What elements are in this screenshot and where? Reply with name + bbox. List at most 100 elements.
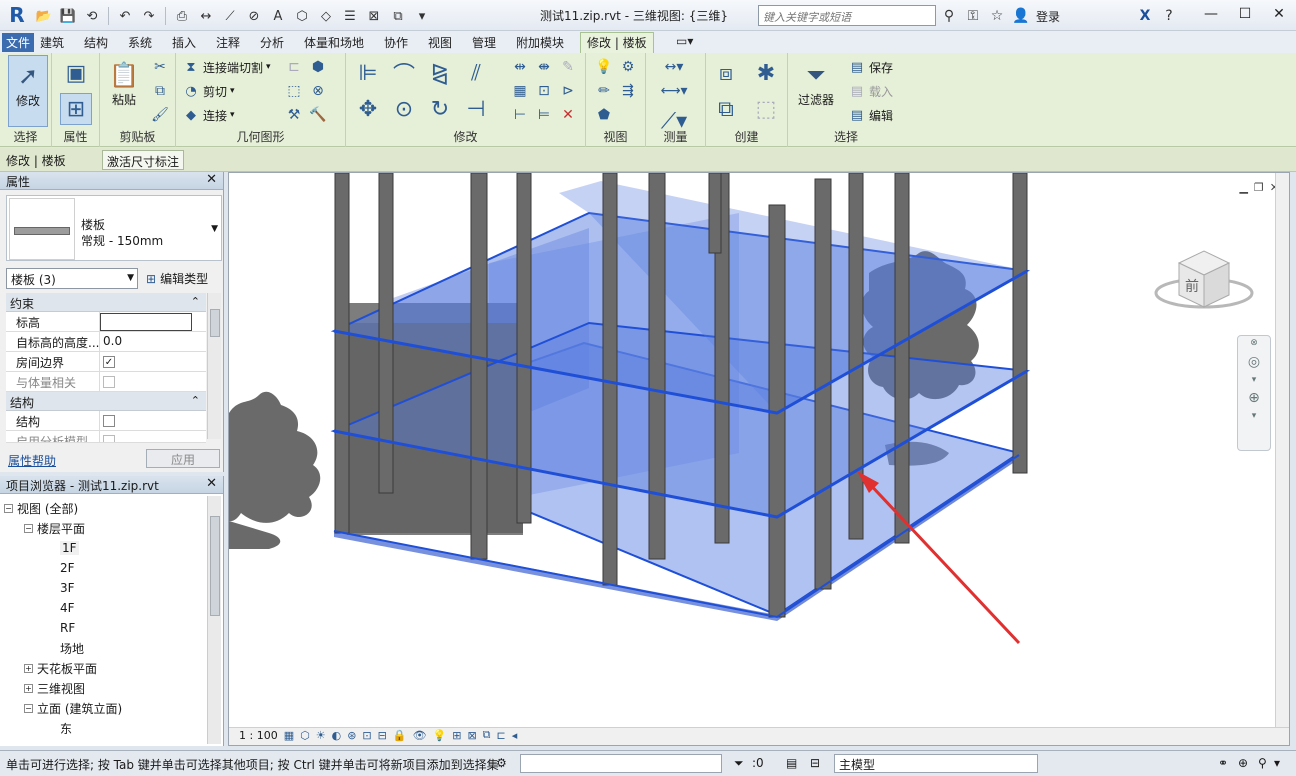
pin-icon[interactable]: ⊳: [558, 81, 578, 101]
demolish-icon[interactable]: ⚒: [284, 105, 304, 125]
text-icon[interactable]: A: [268, 6, 288, 26]
tab-file[interactable]: 文件: [2, 33, 35, 52]
filter-status-icon[interactable]: ▾: [1274, 756, 1280, 770]
tab-structure[interactable]: 结构: [84, 34, 108, 51]
minimize-icon[interactable]: ▁: [1239, 181, 1247, 194]
tree-node[interactable]: 2F: [4, 558, 206, 578]
filter-button[interactable]: ⏷ 过滤器: [794, 55, 838, 127]
hammer-icon[interactable]: 🔨: [308, 105, 328, 125]
steering-wheel-icon[interactable]: ◎: [1238, 350, 1270, 374]
tree-node[interactable]: 1F: [4, 538, 206, 558]
subscription-icon[interactable]: ⚿: [964, 8, 982, 24]
detail-level-icon[interactable]: ▦: [284, 729, 294, 742]
view-cube-icon[interactable]: ⬟: [594, 105, 614, 125]
offset-icon[interactable]: ⌒: [388, 57, 420, 89]
view-cube[interactable]: 前: [1149, 243, 1259, 323]
copy-icon[interactable]: ⧉: [150, 81, 170, 101]
structural-checkbox[interactable]: [103, 415, 115, 427]
crop-icon[interactable]: ⊡: [362, 729, 371, 742]
tab-view[interactable]: 视图: [428, 34, 452, 51]
edit-type-button[interactable]: ⊞ 编辑类型: [146, 270, 208, 287]
measure-distance-icon[interactable]: ↔▾: [654, 57, 694, 77]
tree-node[interactable]: 东: [4, 718, 206, 738]
create-parts-icon[interactable]: ✱: [750, 57, 782, 89]
tab-manage[interactable]: 管理: [472, 34, 496, 51]
split-gap-icon[interactable]: ⇼: [534, 57, 554, 77]
tab-insert[interactable]: 插入: [172, 34, 196, 51]
modify-button[interactable]: ➚ 修改: [8, 55, 48, 127]
hide-icon[interactable]: ⇶: [618, 81, 638, 101]
properties-help-link[interactable]: 属性帮助: [8, 452, 56, 469]
paste-button[interactable]: 📋 粘贴: [104, 55, 144, 127]
ribbon-toggle-icon[interactable]: ▭▾: [676, 34, 693, 48]
crop-region-icon[interactable]: ⊟: [378, 729, 387, 742]
tree-node[interactable]: − 楼层平面: [4, 518, 206, 538]
mirror-axis-icon[interactable]: ⧎: [424, 57, 456, 89]
close-icon[interactable]: ✕: [206, 172, 217, 187]
scale-icon[interactable]: ⊡: [534, 81, 554, 101]
group-label[interactable]: 选择: [0, 128, 51, 145]
tab-addins[interactable]: 附加模块: [516, 34, 564, 51]
array-icon[interactable]: ▦: [510, 81, 530, 101]
collapse-icon[interactable]: ⌃: [191, 394, 200, 407]
type-properties-icon[interactable]: ⊞: [60, 93, 92, 125]
select-underlay-icon[interactable]: ⊕: [1238, 756, 1248, 770]
star-icon[interactable]: ☆: [988, 8, 1006, 24]
login-link[interactable]: 登录: [1036, 8, 1060, 25]
dimension-icon[interactable]: ⟋: [220, 6, 240, 26]
design-option-icon[interactable]: ⊟: [810, 756, 820, 770]
zoom-region-icon[interactable]: ⊕: [1238, 386, 1270, 410]
visual-style-icon[interactable]: ⬡: [300, 729, 310, 742]
workset-dropdown[interactable]: [520, 754, 722, 773]
reveal-hidden-icon[interactable]: 💡: [433, 729, 447, 742]
tab-collaborate[interactable]: 协作: [384, 34, 408, 51]
help-search-input[interactable]: 键入关键字或短语: [758, 5, 936, 26]
tree-node[interactable]: − 立面 (建筑立面): [4, 698, 206, 718]
collapse-icon[interactable]: −: [4, 503, 13, 513]
thin-lines-icon[interactable]: ☰: [340, 6, 360, 26]
user-icon[interactable]: 👤: [1012, 8, 1030, 24]
tab-analyze[interactable]: 分析: [260, 34, 284, 51]
expand-icon[interactable]: +: [24, 663, 33, 673]
create-group-icon[interactable]: ⧉: [710, 93, 742, 125]
temporary-view-icon[interactable]: ⧉: [483, 728, 491, 742]
instance-filter-dropdown[interactable]: 楼板 (3) ▼: [6, 268, 138, 289]
collapse-icon[interactable]: −: [24, 523, 33, 533]
collapse-icon[interactable]: ⌃: [191, 295, 200, 308]
tab-systems[interactable]: 系统: [128, 34, 152, 51]
app-menu-button[interactable]: R: [6, 4, 28, 26]
join-button[interactable]: ◆ 连接 ▾: [182, 104, 235, 126]
close-icon[interactable]: ✕: [1270, 4, 1288, 24]
create-assembly-icon[interactable]: ⧈: [710, 57, 742, 89]
cope-icon[interactable]: ⬢: [308, 57, 328, 77]
binoculars-icon[interactable]: ⚲: [940, 8, 958, 24]
tab-architecture[interactable]: 建筑: [40, 34, 64, 51]
select-pinned-icon[interactable]: ⚲: [1258, 756, 1267, 770]
properties-scrollbar[interactable]: [207, 293, 221, 439]
undo-icon[interactable]: ↶: [115, 6, 135, 26]
tree-node[interactable]: 4F: [4, 598, 206, 618]
design-option-dropdown[interactable]: 主模型: [834, 754, 1038, 773]
type-selector[interactable]: 楼板 常规 - 150mm ▼: [6, 195, 222, 261]
match-props-icon[interactable]: 🖌: [150, 105, 170, 125]
tree-node[interactable]: 场地: [4, 638, 206, 658]
category-constraints[interactable]: 约束 ⌃: [6, 293, 206, 312]
wall-joins-icon[interactable]: ⊏: [284, 57, 304, 77]
chevron-down-icon[interactable]: ▾: [1238, 410, 1270, 422]
measure-icon[interactable]: ↔: [196, 6, 216, 26]
open-icon[interactable]: 📂: [34, 6, 54, 26]
exchange-icon[interactable]: X: [1136, 8, 1154, 24]
sync-icon[interactable]: ⟲: [82, 6, 102, 26]
tree-node[interactable]: RF: [4, 618, 206, 638]
align-icon[interactable]: ⊫: [352, 57, 384, 89]
hide-isolate-icon[interactable]: 👁: [413, 729, 427, 742]
filter-icon[interactable]: ⏷: [734, 756, 744, 771]
select-links-icon[interactable]: ⚭: [1218, 756, 1228, 770]
workset-icon[interactable]: ⚙: [496, 756, 507, 770]
help-icon[interactable]: ?: [1160, 8, 1178, 24]
override-icon[interactable]: ⚙: [618, 57, 638, 77]
close-icon[interactable]: ⊗: [1238, 336, 1270, 350]
trim-multiple-icon[interactable]: ⊢: [510, 105, 530, 125]
close-hidden-icon[interactable]: ⊠: [364, 6, 384, 26]
section-icon[interactable]: ◇: [316, 6, 336, 26]
